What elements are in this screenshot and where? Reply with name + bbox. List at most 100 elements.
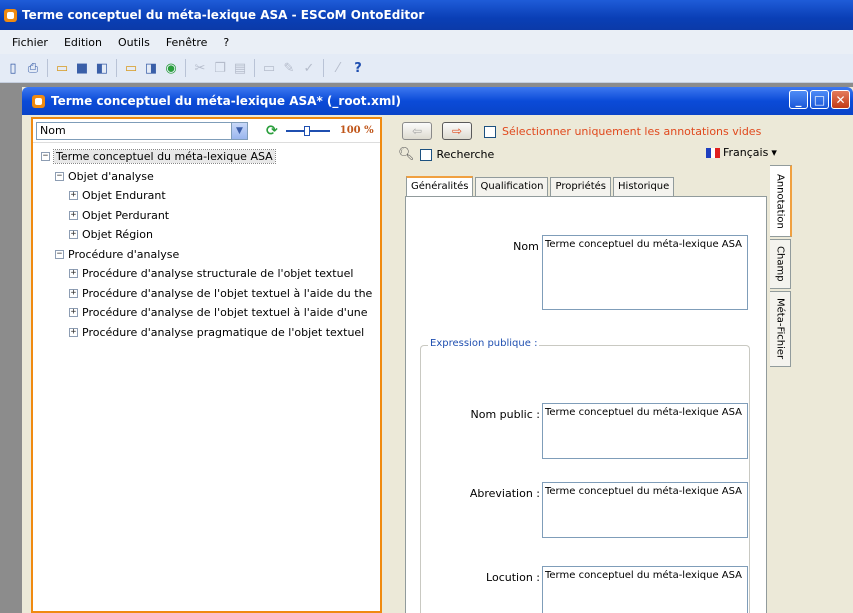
- toolbar-separator: [323, 59, 324, 77]
- side-tab-meta-fichier[interactable]: Méta-Fichier: [770, 291, 791, 367]
- tab-historique[interactable]: Historique: [613, 177, 675, 196]
- toolbar-separator: [185, 59, 186, 77]
- properties-panel: ⇦ ⇨ Sélectionner uniquement les annotati…: [394, 117, 853, 613]
- collapse-icon[interactable]: −: [55, 171, 64, 181]
- refresh-icon[interactable]: ⟳: [266, 123, 278, 139]
- tree-node[interactable]: + Objet Région: [33, 225, 380, 245]
- abreviation-field[interactable]: Terme conceptuel du méta-lexique ASA: [542, 482, 748, 538]
- detail-tabs: Généralités Qualification Propriétés His…: [406, 176, 676, 197]
- toolbar: ▯ ⎙ ▭ ■ ◧ ▭ ◨ ◉ ✂ ❐ ▤ ▭ ✎ ✓ ⁄ ?: [0, 54, 853, 83]
- arrow-left-icon: ⇦: [411, 124, 423, 138]
- tab-qualification[interactable]: Qualification: [475, 177, 549, 196]
- minimize-button[interactable]: _: [789, 90, 808, 109]
- public-expression-title: Expression publique :: [428, 338, 540, 349]
- document-icon: [32, 94, 45, 108]
- help-icon[interactable]: ?: [349, 59, 367, 77]
- tree-node[interactable]: + Objet Perdurant: [33, 206, 380, 226]
- collapse-icon[interactable]: −: [41, 152, 50, 162]
- tab-generalites[interactable]: Généralités: [406, 176, 474, 197]
- expand-icon[interactable]: +: [69, 288, 78, 298]
- expand-icon[interactable]: +: [69, 191, 78, 201]
- side-tab-annotation[interactable]: Annotation: [770, 165, 792, 237]
- menu-edition[interactable]: Edition: [56, 36, 110, 49]
- rename-icon[interactable]: ▭: [260, 59, 278, 77]
- language-selector[interactable]: Français ▾: [706, 146, 777, 159]
- edit-icon[interactable]: ✎: [280, 59, 298, 77]
- tab-proprietes[interactable]: Propriétés: [550, 177, 612, 196]
- search-icon[interactable]: ◉: [162, 59, 180, 77]
- collapse-icon[interactable]: −: [55, 249, 64, 259]
- tree-node[interactable]: + Procédure d'analyse de l'objet textuel …: [33, 284, 380, 304]
- tree-node-label: Procédure d'analyse: [68, 247, 180, 261]
- cut-icon[interactable]: ✂: [191, 59, 209, 77]
- tree-node[interactable]: − Terme conceptuel du méta-lexique ASA: [33, 147, 380, 167]
- menu-fenetre[interactable]: Fenêtre: [158, 36, 216, 49]
- tree-node-label: Terme conceptuel du méta-lexique ASA: [53, 149, 276, 165]
- tree-node-label: Procédure d'analyse pragmatique de l'obj…: [82, 325, 365, 339]
- empty-annotations-option[interactable]: Sélectionner uniquement les annotations …: [484, 125, 761, 138]
- empty-annotations-checkbox[interactable]: [484, 125, 496, 138]
- copy-icon[interactable]: ❐: [211, 59, 229, 77]
- nom-public-field[interactable]: Terme conceptuel du méta-lexique ASA: [542, 403, 748, 459]
- save-all-icon[interactable]: ◧: [93, 59, 111, 77]
- tree-toolbar: Nom ▼ ⟳ 100 %: [33, 119, 380, 143]
- tree-node[interactable]: + Objet Endurant: [33, 186, 380, 206]
- open-dropdown-icon[interactable]: ▭: [122, 59, 140, 77]
- locution-field[interactable]: Terme conceptuel du méta-lexique ASA: [542, 566, 748, 613]
- nom-label: Nom :: [513, 240, 546, 253]
- search-row: 🔍︎ Recherche: [398, 147, 494, 162]
- chevron-down-icon[interactable]: ▼: [231, 122, 247, 139]
- close-button[interactable]: ✕: [831, 90, 850, 109]
- search-checkbox[interactable]: [419, 148, 432, 161]
- zoom-slider[interactable]: [285, 125, 330, 136]
- arrow-right-icon: ⇨: [451, 124, 463, 138]
- open-icon[interactable]: ▭: [53, 59, 71, 77]
- export-icon[interactable]: ◨: [142, 59, 160, 77]
- nom-public-label: Nom public :: [470, 408, 540, 421]
- app-logo-icon: [4, 8, 17, 22]
- menu-outils[interactable]: Outils: [110, 36, 158, 49]
- tree-node[interactable]: + Procédure d'analyse de l'objet textuel …: [33, 303, 380, 323]
- abreviation-label: Abreviation :: [469, 487, 540, 500]
- expand-icon[interactable]: +: [69, 269, 78, 279]
- zoom-slider-thumb[interactable]: [303, 125, 310, 136]
- toolbar-separator: [47, 59, 48, 77]
- zoom-value: 100 %: [339, 125, 374, 136]
- panel-splitter[interactable]: [382, 117, 394, 613]
- back-button[interactable]: ⇦: [402, 122, 432, 140]
- tree-node-label: Objet Perdurant: [82, 208, 170, 222]
- nom-field[interactable]: Terme conceptuel du méta-lexique ASA: [542, 235, 748, 310]
- menu-help[interactable]: ?: [215, 36, 237, 49]
- tree-node[interactable]: − Procédure d'analyse: [33, 245, 380, 265]
- new-icon[interactable]: ▯: [4, 59, 22, 77]
- language-value: Français: [723, 146, 769, 159]
- app-title-bar: Terme conceptuel du méta-lexique ASA - E…: [0, 0, 853, 30]
- expand-icon[interactable]: +: [69, 230, 78, 240]
- expand-icon[interactable]: +: [69, 210, 78, 220]
- maximize-button[interactable]: □: [810, 90, 829, 109]
- display-field-combo[interactable]: Nom ▼: [36, 121, 248, 140]
- tree-node[interactable]: + Procédure d'analyse structurale de l'ob…: [33, 264, 380, 284]
- expand-icon[interactable]: +: [69, 327, 78, 337]
- save-icon[interactable]: ■: [73, 59, 91, 77]
- expand-icon[interactable]: +: [69, 308, 78, 318]
- tree-node-label: Procédure d'analyse de l'objet textuel à…: [82, 286, 373, 300]
- document-window-title-bar[interactable]: Terme conceptuel du méta-lexique ASA* (_…: [22, 87, 853, 115]
- display-field-value: Nom: [40, 124, 66, 137]
- side-tab-champ[interactable]: Champ: [770, 239, 791, 289]
- app-title: Terme conceptuel du méta-lexique ASA - E…: [22, 8, 425, 22]
- magnifier-icon: 🔍︎: [398, 147, 415, 162]
- tree-node-label: Objet Région: [82, 228, 153, 242]
- menu-fichier[interactable]: Fichier: [4, 36, 56, 49]
- tree-node[interactable]: + Procédure d'analyse pragmatique de l'ob…: [33, 323, 380, 343]
- check-icon[interactable]: ✓: [300, 59, 318, 77]
- forward-button[interactable]: ⇨: [442, 122, 472, 140]
- empty-annotations-label: Sélectionner uniquement les annotations …: [502, 125, 762, 138]
- wand-icon[interactable]: ⁄: [329, 59, 347, 77]
- generalites-panel: Nom : Terme conceptuel du méta-lexique A…: [405, 196, 767, 613]
- paste-icon[interactable]: ▤: [231, 59, 249, 77]
- print-icon[interactable]: ⎙: [24, 59, 42, 77]
- tree-node[interactable]: − Objet d'analyse: [33, 167, 380, 187]
- menu-bar: Fichier Edition Outils Fenêtre ?: [0, 30, 853, 54]
- side-tabs: Annotation Champ Méta-Fichier: [770, 165, 792, 369]
